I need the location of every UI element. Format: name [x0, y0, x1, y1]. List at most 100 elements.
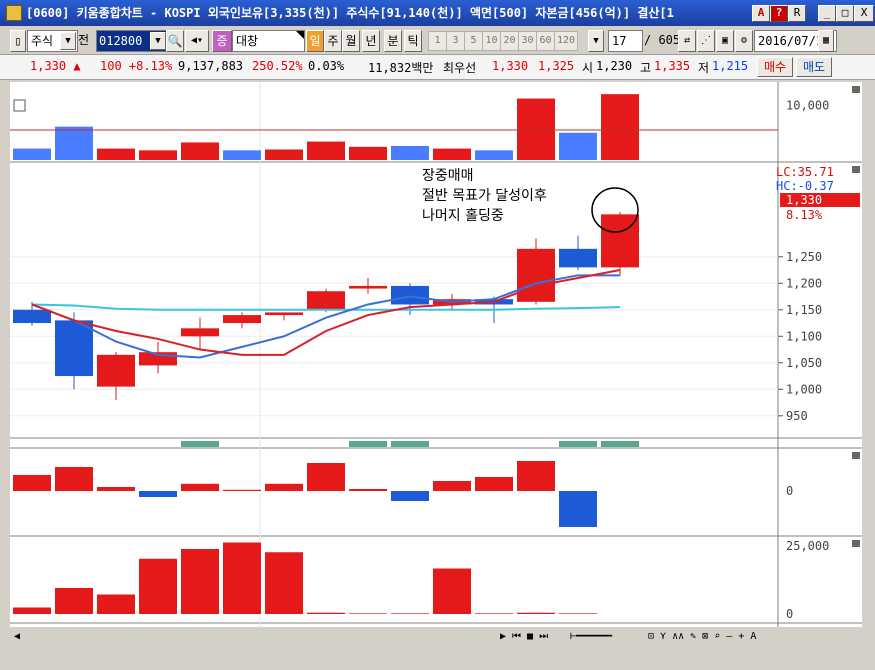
candle-body — [265, 312, 303, 316]
panel-menu-icon — [852, 452, 860, 459]
zoom-slider[interactable]: ⊢━━━━━━ — [570, 631, 613, 642]
tab-tick[interactable]: 틱 — [404, 30, 422, 52]
minimize-button[interactable]: _ — [818, 5, 836, 22]
best-sell: 1,330 — [492, 59, 529, 73]
osc2-bar — [97, 594, 135, 614]
candle-body — [517, 248, 555, 302]
price-tick-label: 1,150 — [786, 303, 822, 317]
osc2-tick-label: 0 — [786, 607, 793, 621]
osc2-bar — [475, 613, 513, 614]
volume-bar — [97, 148, 135, 160]
app-icon — [6, 5, 22, 21]
prev-label: 전 — [78, 33, 90, 47]
candle-body — [97, 354, 135, 387]
osc1-bar — [391, 491, 429, 501]
search-icon[interactable]: 🔍 — [166, 30, 184, 52]
osc2-bar — [139, 558, 177, 614]
tab-year[interactable]: 년 — [362, 30, 380, 52]
osc1-bar — [349, 489, 387, 491]
volume-ratio: 250.52% — [252, 59, 303, 73]
low-label: 저 — [698, 61, 710, 75]
top-tick-label: 10,000 — [786, 99, 829, 113]
min-5-button[interactable]: 5 — [464, 31, 483, 51]
osc1-bar — [13, 475, 51, 491]
scroll-play-icon[interactable]: ▶ ⏮ ■ ⏭ — [500, 631, 548, 642]
close-button[interactable]: X — [854, 5, 874, 22]
tab-minute[interactable]: 분 — [384, 30, 402, 52]
open-label: 시 — [582, 61, 594, 75]
scroll-left-icon[interactable]: ◀ — [14, 631, 20, 642]
buy-button[interactable]: 매수 — [757, 57, 793, 77]
arrows-icon[interactable]: ⇄ — [678, 30, 696, 52]
sell-button[interactable]: 매도 — [796, 57, 832, 77]
best-buy: 1,325 — [538, 59, 575, 73]
osc1-bar — [181, 483, 219, 491]
volume-bar — [223, 150, 261, 160]
osc1-bar — [559, 491, 597, 527]
chevron-down-icon[interactable]: ▼ — [150, 32, 166, 50]
current-price: 1,330 ▲ — [30, 59, 81, 73]
tag-icon[interactable]: 증 — [212, 30, 232, 52]
market-select[interactable]: 주식 ▼ — [27, 30, 78, 52]
chevron-down-icon[interactable]: ▼ — [60, 32, 76, 50]
stock-name-field[interactable]: 대창 — [232, 30, 305, 52]
osc2-bar — [223, 542, 261, 614]
save-icon[interactable]: ▣ — [716, 30, 734, 52]
price-tick-label: 1,250 — [786, 250, 822, 264]
candle-body — [349, 285, 387, 289]
count-input[interactable]: 17 — [608, 30, 643, 52]
font-a-button[interactable]: A — [752, 5, 770, 22]
osc2-bar — [433, 568, 471, 614]
annotation-line1: 장중매매 — [422, 168, 474, 184]
osc1-bar — [517, 461, 555, 491]
min-3-button[interactable]: 3 — [446, 31, 465, 51]
trade-amount: 11,832백만 — [368, 61, 434, 75]
help-button[interactable]: ? — [770, 5, 788, 22]
min-120-button[interactable]: 120 — [554, 31, 578, 51]
signal-strip — [601, 441, 639, 447]
min-60-button[interactable]: 60 — [536, 31, 555, 51]
code-input[interactable]: 012800 ▼ — [96, 30, 168, 52]
tab-day[interactable]: 일 — [306, 30, 324, 52]
panel-menu-icon — [852, 86, 860, 93]
volume-bar — [475, 150, 513, 160]
last-change-label: 8.13% — [786, 208, 823, 222]
hc-label: HC:-0.37 — [776, 179, 834, 193]
price-tick-label: 1,000 — [786, 382, 822, 396]
min-1-button[interactable]: 1 — [428, 31, 447, 51]
drawing-tools-icon[interactable]: ⊡ ⋎ ∧∧ ✎ ⊠ ⌕ — + A — [648, 631, 756, 642]
annotation-line2: 절반 목표가 달성이후 — [422, 188, 547, 204]
code-value: 012800 — [99, 34, 143, 48]
pin-icon[interactable]: ▯ — [10, 30, 26, 52]
chart-area[interactable]: 10,000 1,250 1,200 1,150 1,100 1,050 1,000 950 L… — [10, 82, 862, 642]
volume-bar — [307, 141, 345, 160]
chevron-down-icon[interactable]: ▼ — [588, 30, 604, 52]
plot-background — [10, 82, 778, 627]
osc1-bar — [97, 487, 135, 491]
title-bar: [0600] 키움종합차트 - KOSPI 외국인보유[3,335(천)] 주식… — [0, 0, 875, 26]
maximize-button[interactable]: □ — [836, 5, 854, 22]
min-20-button[interactable]: 20 — [500, 31, 519, 51]
candle-body — [391, 285, 429, 305]
calendar-icon[interactable]: ▦ — [818, 30, 834, 52]
osc2-bar — [181, 549, 219, 614]
tab-month[interactable]: 월 — [342, 30, 360, 52]
gear-icon[interactable]: ⚙ — [735, 30, 753, 52]
speaker-icon[interactable]: ◀▾ — [185, 30, 209, 52]
r-button[interactable]: R — [788, 5, 806, 22]
volume-bar — [601, 94, 639, 160]
corner-icon — [296, 31, 304, 39]
min-30-button[interactable]: 30 — [518, 31, 537, 51]
tab-week[interactable]: 주 — [324, 30, 342, 52]
min-10-button[interactable]: 10 — [482, 31, 501, 51]
grid-toggle-icon — [13, 99, 26, 112]
volume-bar — [265, 149, 303, 160]
price-tick-label: 950 — [786, 409, 808, 423]
open-price: 1,230 — [596, 59, 633, 73]
signal-strip — [181, 441, 219, 447]
candle-body — [223, 315, 261, 324]
price-tick-label: 1,200 — [786, 276, 822, 290]
low-price: 1,215 — [712, 59, 749, 73]
price-tick-label: 1,050 — [786, 356, 822, 370]
trend-icon[interactable]: ⋰ — [697, 30, 715, 52]
